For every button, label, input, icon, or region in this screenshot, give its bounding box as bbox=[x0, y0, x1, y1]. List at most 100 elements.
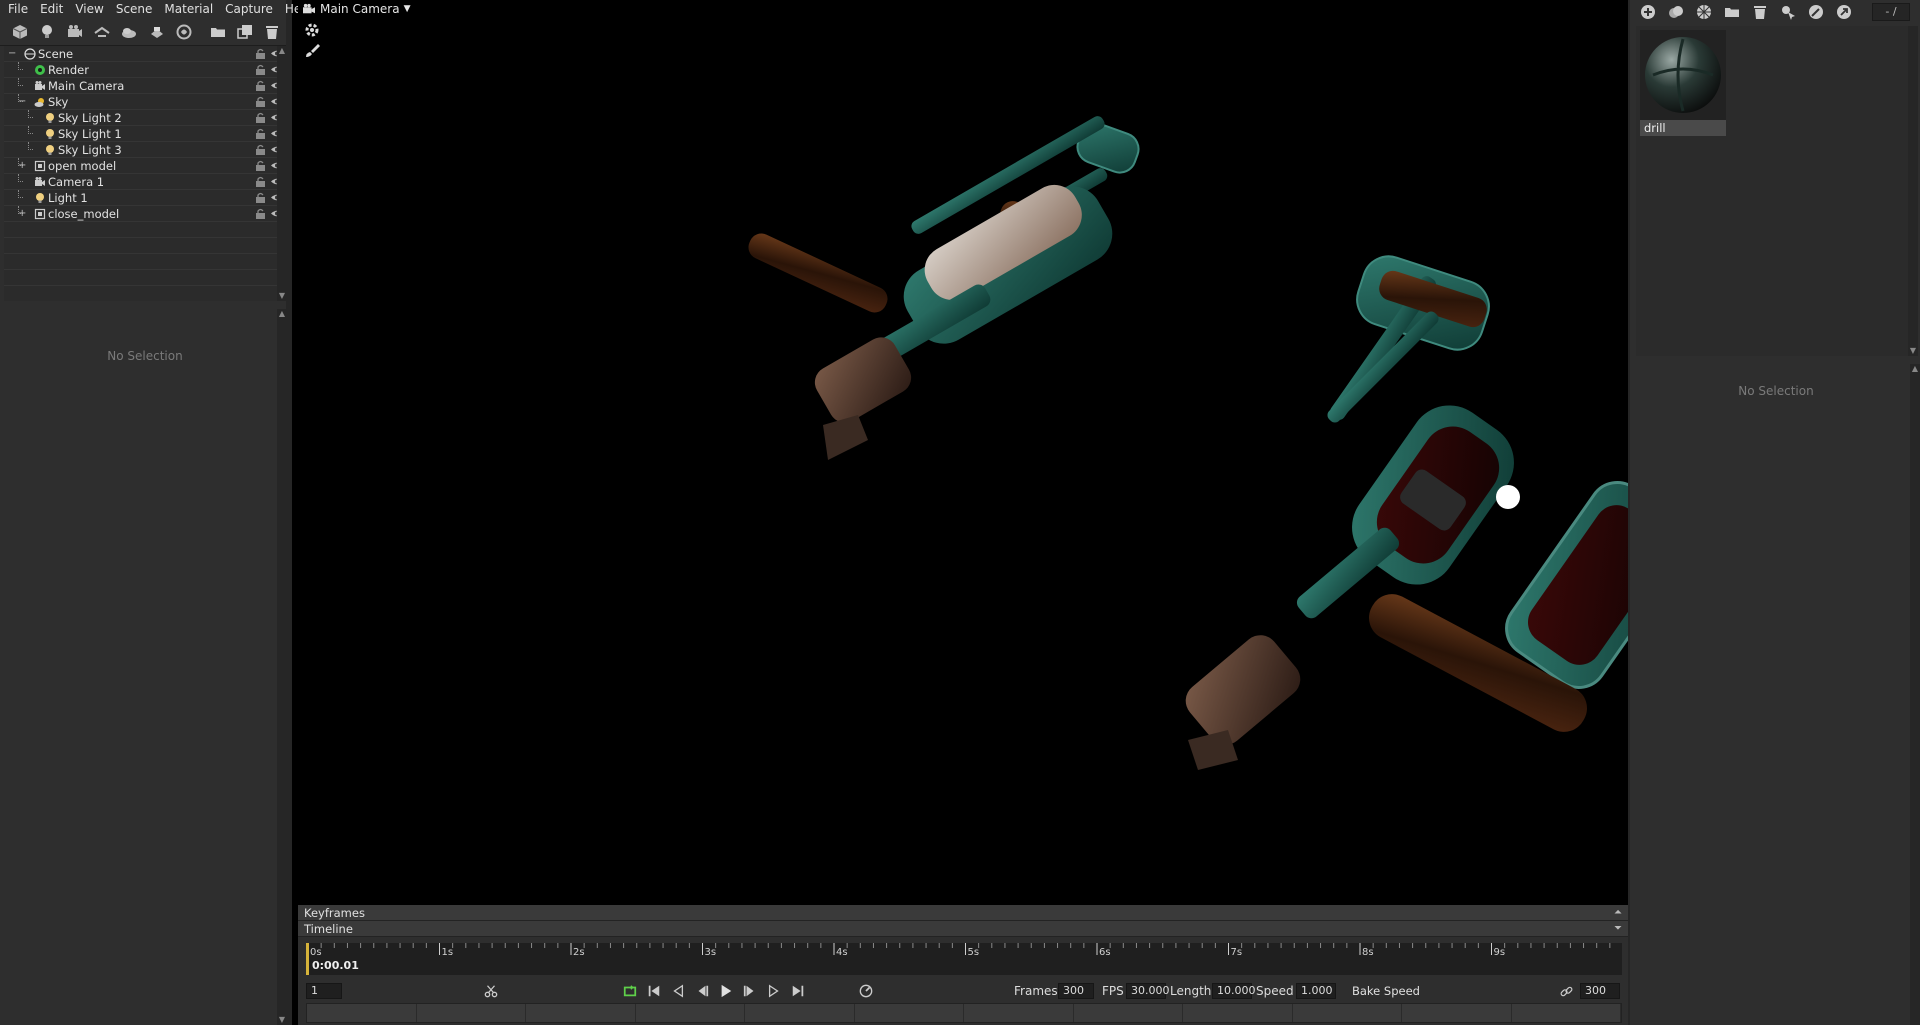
length-label: Length bbox=[1170, 984, 1212, 998]
tree-item-sky-light-2[interactable]: Sky Light 2 bbox=[4, 110, 286, 126]
scroll-down-arrow[interactable]: ▼ bbox=[277, 1015, 287, 1025]
end-frame-field[interactable]: 300 bbox=[1580, 983, 1620, 999]
new-material-icon[interactable] bbox=[1634, 0, 1662, 25]
speed-dial-icon[interactable] bbox=[858, 983, 874, 999]
add-camera-icon[interactable] bbox=[61, 19, 88, 45]
lock-icon[interactable] bbox=[255, 208, 266, 219]
loop-icon[interactable] bbox=[622, 983, 638, 999]
tree-scrollbar[interactable]: ▲ ▼ bbox=[277, 46, 287, 301]
fps-field[interactable]: 30.000 bbox=[1126, 983, 1170, 999]
frames-label: Frames bbox=[1014, 984, 1058, 998]
step-forward-icon[interactable] bbox=[742, 983, 758, 999]
duplicate-icon[interactable] bbox=[231, 19, 258, 45]
folder-icon[interactable] bbox=[1718, 0, 1746, 25]
lock-icon[interactable] bbox=[255, 64, 266, 75]
scroll-down-arrow[interactable]: ▼ bbox=[277, 291, 287, 301]
frames-field[interactable]: 300 bbox=[1058, 983, 1094, 999]
menu-material[interactable]: Material bbox=[158, 0, 219, 18]
timeline-ruler[interactable]: 0s 1s 2s 3s 4s 5s 6s 7s 8s 9s 0:00.01 bbox=[306, 943, 1622, 975]
properties-scrollbar[interactable]: ▲ bbox=[1910, 364, 1920, 1025]
tree-item-open-model[interactable]: + open model bbox=[4, 158, 286, 174]
tree-item-label: Sky Light 2 bbox=[58, 110, 122, 125]
menu-file[interactable]: File bbox=[2, 0, 34, 18]
render-icon bbox=[34, 64, 46, 76]
properties-scrollbar[interactable]: ▲ ▼ bbox=[277, 309, 287, 1025]
lock-icon[interactable] bbox=[255, 160, 266, 171]
step-back-icon[interactable] bbox=[694, 983, 710, 999]
delete-icon[interactable] bbox=[1746, 0, 1774, 25]
import-folder-icon[interactable] bbox=[204, 19, 231, 45]
add-object-icon[interactable] bbox=[6, 19, 33, 45]
menu-scene[interactable]: Scene bbox=[110, 0, 159, 18]
lock-icon[interactable] bbox=[255, 176, 266, 187]
link-icon[interactable] bbox=[1558, 983, 1574, 999]
checker-icon[interactable] bbox=[1690, 0, 1718, 25]
scroll-down-arrow[interactable]: ▼ bbox=[1908, 346, 1918, 356]
lock-icon[interactable] bbox=[255, 96, 266, 107]
keyframes-header[interactable]: Keyframes ⏶ bbox=[298, 905, 1628, 921]
share-icon[interactable] bbox=[1830, 0, 1858, 25]
length-field[interactable]: 10.000 bbox=[1212, 983, 1256, 999]
tree-item-camera-1[interactable]: Camera 1 bbox=[4, 174, 286, 190]
material-scrollbar[interactable]: ▼ bbox=[1908, 26, 1918, 356]
skip-to-start-icon[interactable] bbox=[646, 983, 662, 999]
collapse-icon[interactable]: − bbox=[8, 48, 16, 60]
tree-item-sky[interactable]: − Sky bbox=[4, 94, 286, 110]
bake-speed-button[interactable]: Bake Speed bbox=[1344, 983, 1428, 999]
speed-field[interactable]: 1.000 bbox=[1296, 983, 1336, 999]
tree-item-sky-light-3[interactable]: Sky Light 3 bbox=[4, 142, 286, 158]
lock-icon[interactable] bbox=[255, 128, 266, 139]
play-icon[interactable] bbox=[718, 983, 734, 999]
add-shadow-catcher-icon[interactable] bbox=[143, 19, 170, 45]
collapse-icon[interactable]: ⏷ bbox=[1614, 921, 1622, 937]
select-icon[interactable] bbox=[1774, 0, 1802, 25]
scissors-icon[interactable] bbox=[483, 983, 499, 999]
lock-icon[interactable] bbox=[255, 80, 266, 91]
gear-icon[interactable] bbox=[304, 22, 320, 38]
menu-capture[interactable]: Capture bbox=[219, 0, 279, 18]
add-fog-icon[interactable] bbox=[88, 19, 115, 45]
tree-item-sky-light-1[interactable]: Sky Light 1 bbox=[4, 126, 286, 142]
light-gizmo[interactable] bbox=[1496, 485, 1520, 509]
playhead[interactable] bbox=[306, 943, 309, 975]
drill-models-render bbox=[748, 116, 1628, 770]
scroll-up-arrow[interactable]: ▲ bbox=[277, 309, 287, 319]
lock-icon[interactable] bbox=[255, 144, 266, 155]
tree-item-render[interactable]: Render bbox=[4, 62, 286, 78]
brush-icon[interactable] bbox=[304, 42, 320, 58]
lock-icon[interactable] bbox=[255, 112, 266, 123]
lock-icon[interactable] bbox=[255, 192, 266, 203]
add-light-icon[interactable] bbox=[33, 19, 60, 45]
current-frame-field[interactable]: 1 bbox=[306, 983, 342, 999]
page-indicator[interactable]: - / bbox=[1872, 3, 1910, 21]
tree-item-close-model[interactable]: + close_model bbox=[4, 206, 286, 222]
collapse-icon[interactable]: − bbox=[18, 96, 26, 108]
menu-edit[interactable]: Edit bbox=[34, 0, 69, 18]
prev-keyframe-icon[interactable] bbox=[670, 983, 686, 999]
scroll-up-arrow[interactable]: ▲ bbox=[1910, 364, 1920, 374]
add-sky-icon[interactable] bbox=[116, 19, 143, 45]
tree-item-main-camera[interactable]: Main Camera bbox=[4, 78, 286, 94]
lock-icon[interactable] bbox=[255, 48, 266, 59]
light-bulb-icon bbox=[34, 192, 46, 204]
tree-item-scene[interactable]: − Scene bbox=[4, 46, 286, 62]
next-keyframe-icon[interactable] bbox=[766, 983, 782, 999]
delete-icon[interactable] bbox=[259, 19, 286, 45]
pick-icon[interactable] bbox=[1802, 0, 1830, 25]
tree-item-light-1[interactable]: Light 1 bbox=[4, 190, 286, 206]
duplicate-material-icon[interactable] bbox=[1662, 0, 1690, 25]
timeline-header[interactable]: Timeline ⏷ bbox=[298, 921, 1628, 937]
tree-item-label: Light 1 bbox=[48, 190, 88, 205]
empty-row bbox=[4, 270, 286, 286]
keyframe-track[interactable] bbox=[306, 1003, 1622, 1023]
material-card-drill[interactable]: drill bbox=[1640, 30, 1726, 136]
expand-icon[interactable]: + bbox=[18, 160, 26, 172]
camera-selector[interactable]: Main Camera ▼ bbox=[302, 2, 410, 16]
add-audio-icon[interactable] bbox=[170, 19, 197, 45]
3d-viewport[interactable]: Main Camera ▼ bbox=[298, 0, 1628, 905]
expand-icon[interactable]: ⏶ bbox=[1614, 905, 1622, 921]
skip-to-end-icon[interactable] bbox=[790, 983, 806, 999]
scroll-up-arrow[interactable]: ▲ bbox=[277, 46, 287, 56]
expand-icon[interactable]: + bbox=[18, 208, 26, 220]
menu-view[interactable]: View bbox=[69, 0, 109, 18]
